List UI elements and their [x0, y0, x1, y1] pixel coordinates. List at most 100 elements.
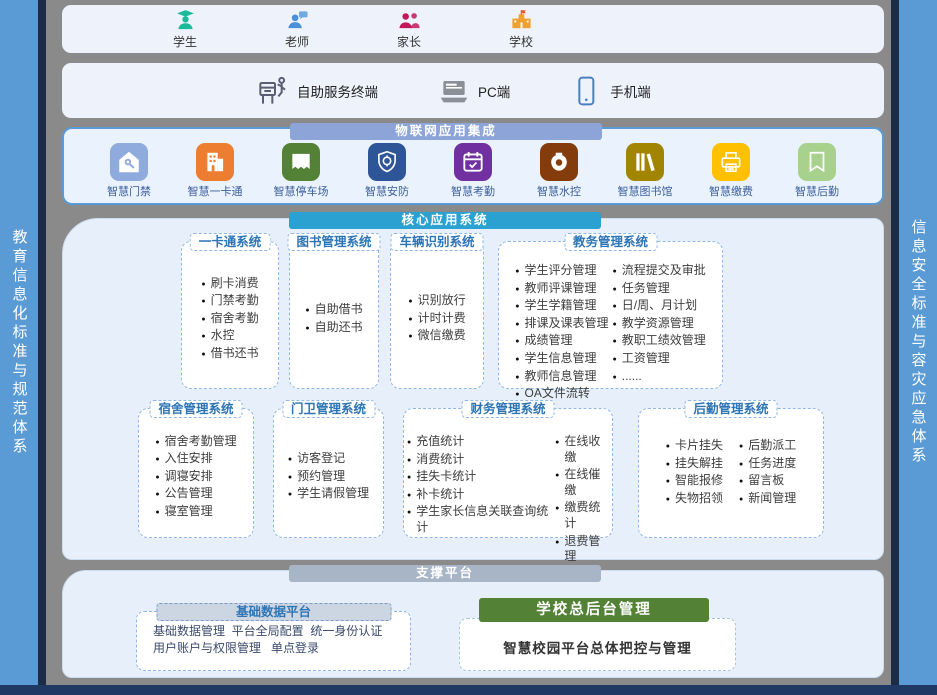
student-icon: [174, 9, 197, 32]
bullet-icon: ●: [555, 438, 559, 465]
user-label: 老师: [285, 33, 309, 50]
system-item: ●教职工绩效管理: [613, 333, 706, 349]
system-item: ●学生信息管理: [515, 351, 608, 367]
bullet-icon: ●: [613, 320, 617, 332]
system-item-label: 缴费统计: [564, 500, 609, 531]
system-column: ●宿舍考勤管理●入住安排●调寝安排●公告管理●寝室管理: [155, 433, 236, 521]
system-title: 后勤管理系统: [684, 400, 777, 418]
system-title: 宿舍管理系统: [149, 400, 242, 418]
bullet-icon: ●: [739, 495, 743, 507]
core-section-header: 核心应用系统: [289, 212, 601, 229]
system-item-label: 访客登记: [297, 451, 345, 467]
system-item-label: 自助借书: [315, 302, 363, 318]
iot-items: 智慧门禁智慧一卡通智慧停车场智慧安防智慧考勤智慧水控智慧图书馆智慧缴费智慧后勤: [92, 143, 854, 199]
terminal-item: PC端: [438, 75, 510, 107]
system-item-label: 挂失解挂: [675, 456, 723, 472]
teacher-icon: [286, 9, 309, 32]
iot-section-header: 物联网应用集成: [290, 123, 602, 140]
system-item: ●在线催缴: [555, 467, 609, 498]
phone-icon: [570, 75, 602, 107]
system-item-label: 学生评分管理: [524, 263, 596, 279]
system-item-label: 水控: [211, 328, 235, 344]
bullet-icon: ●: [408, 315, 412, 327]
system-box: 车辆识别系统●识别放行●计时计费●微信缴费: [390, 241, 484, 389]
system-column: ●卡片挂失●挂失解挂●智能报修●失物招领: [666, 437, 723, 507]
school-admin-desc-box: 智慧校园平台总体把控与管理: [459, 618, 736, 671]
system-item-label: 日/周、月计划: [622, 298, 697, 314]
iot-item: 智慧一卡通: [178, 143, 252, 199]
bullet-icon: ●: [666, 477, 670, 489]
system-item-label: 任务进度: [748, 456, 796, 472]
system-box: 图书管理系统●自助借书●自助还书: [289, 241, 379, 389]
system-item: ● 日/周、月计划: [613, 298, 706, 314]
payment-pos-icon: [712, 143, 750, 181]
system-item-label: 借书还书: [211, 346, 259, 362]
library-books-icon: [626, 143, 664, 181]
system-items: ●宿舍考勤管理●入住安排●调寝安排●公告管理●寝室管理: [139, 409, 253, 537]
system-title: 财务管理系统: [461, 400, 554, 418]
base-platform-line: 基础数据管理 平台全局配置 统一身份认证: [153, 623, 410, 640]
system-item-label: 公告管理: [165, 486, 213, 502]
attendance-calendar-icon: [454, 143, 492, 181]
door-access-icon: [110, 143, 148, 181]
system-item-label: 退费管理: [564, 534, 609, 565]
system-title: 一卡通系统: [190, 233, 271, 251]
security-shield-icon: [368, 143, 406, 181]
system-items: ●访客登记●预约管理●学生请假管理: [274, 409, 383, 537]
system-item: ●宿舍考勤: [201, 311, 258, 327]
system-item: ●水控: [201, 328, 258, 344]
bullet-icon: ●: [613, 302, 617, 314]
bullet-icon: ●: [408, 332, 412, 344]
system-column: ●充值统计●消费统计●挂失卡统计●补卡统计●学生家长信息关联查询统计: [407, 433, 551, 537]
system-column: ●流程提交及审批●任务管理●日/周、月计划●教学资源管理●教职工绩效管理●工资管…: [613, 262, 706, 385]
system-item: ●教学资源管理: [613, 316, 706, 332]
system-items: ●自助借书●自助还书: [290, 242, 378, 388]
iot-item: 智慧安防: [350, 143, 424, 199]
user-label: 学生: [173, 33, 197, 50]
left-pillar: 教育信息化标准与规范体系: [0, 0, 38, 685]
system-item-label: 学生信息管理: [524, 351, 596, 367]
system-item: ●卡片挂失: [666, 438, 723, 454]
user-label: 学校: [509, 33, 533, 50]
system-items: ●刷卡消费●门禁考勤●宿舍考勤●水控●借书还书: [182, 242, 278, 388]
system-item: ●学生家长信息关联查询统计: [407, 504, 551, 535]
user-item: 学生: [155, 9, 215, 50]
system-item-label: 卡片挂失: [675, 438, 723, 454]
bullet-icon: ●: [155, 508, 159, 520]
bottom-base-bar: [0, 685, 937, 695]
user-roles-row: 学生 老师 家长学校: [62, 5, 884, 53]
iot-item: 智慧后勤: [780, 143, 854, 199]
support-section-header: 支撑平台: [289, 565, 601, 582]
base-data-platform-box: 基础数据平台 基础数据管理 平台全局配置 统一身份认证 用户账户与权限管理 单点…: [136, 611, 411, 671]
system-item-label: 刷卡消费: [211, 276, 259, 292]
system-item: ●排课及课表管理: [515, 316, 608, 332]
base-data-platform-title: 基础数据平台: [156, 603, 391, 621]
system-item-label: 消费统计: [416, 452, 464, 468]
bullet-icon: ●: [613, 373, 617, 385]
bullet-icon: ●: [288, 455, 292, 467]
bullet-icon: ●: [666, 495, 670, 507]
system-item-label: 成绩管理: [524, 333, 572, 349]
system-item-label: 宿舍考勤: [211, 311, 259, 327]
system-item: ●挂失解挂: [666, 456, 723, 472]
system-title: 车辆识别系统: [390, 233, 483, 251]
system-column: ●学生评分管理●教师评课管理●学生学籍管理●排课及课表管理●成绩管理●学生信息管…: [515, 262, 608, 403]
system-item: ●消费统计: [407, 452, 551, 468]
bullet-icon: ●: [288, 490, 292, 502]
kiosk-icon: [257, 75, 289, 107]
system-column: ●识别放行●计时计费●微信缴费: [408, 292, 465, 345]
system-column: ●后勤派工●任务进度●留言板●新闻管理: [739, 437, 796, 507]
bullet-icon: ●: [515, 337, 519, 349]
system-item: ●微信缴费: [408, 328, 465, 344]
iot-item: 智慧水控: [522, 143, 596, 199]
system-title: 教务管理系统: [564, 233, 657, 251]
system-item-label: 教职工绩效管理: [622, 333, 706, 349]
system-item: ● 成绩管理: [515, 333, 608, 349]
user-item: 家长: [379, 9, 439, 50]
system-item: ●教师评课管理: [515, 281, 608, 297]
system-item-label: 新闻管理: [748, 491, 796, 507]
system-item: ●失物招领: [666, 491, 723, 507]
system-item: ●缴费统计: [555, 500, 609, 531]
bullet-icon: ●: [739, 442, 743, 454]
system-items: ●充值统计●消费统计●挂失卡统计●补卡统计●学生家长信息关联查询统计●在线收缴●…: [404, 409, 612, 537]
